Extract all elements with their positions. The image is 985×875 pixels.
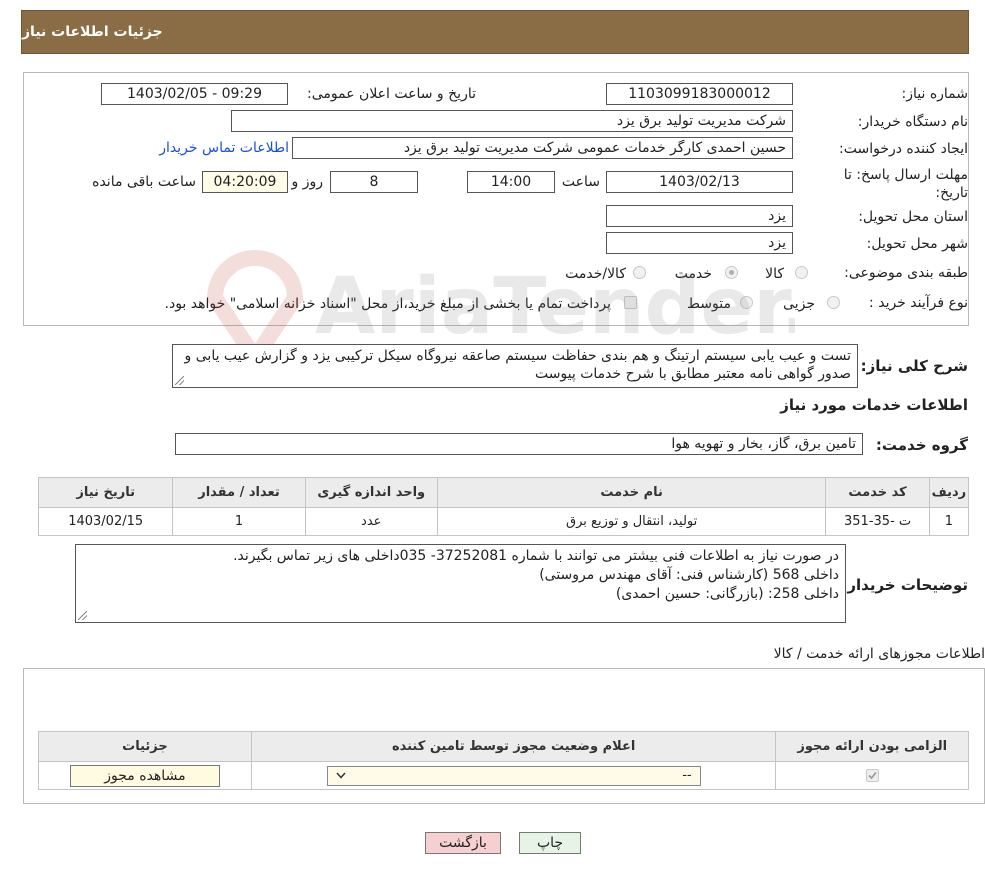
cell-date: 1403/02/15 [37,507,174,536]
deadline-time-label: ساعت [561,174,600,190]
summary-label: شرح کلی نیاز: [860,357,968,375]
col-date-header: تاریخ نیاز [37,477,174,508]
mandatory-checkbox[interactable] [865,769,879,782]
service-group-field: تامین برق، گاز، بخار و تهویه هوا [175,433,863,455]
buyer-note-line: داخلی 258: (بازرگانی: حسین احمدی) [615,586,839,602]
view-permit-button[interactable]: مشاهده مجوز [69,764,220,787]
process-label: نوع فرآیند خرید : [869,295,968,311]
deadline-time-field: 14:00 [467,171,555,193]
province-label: استان محل تحویل: [858,209,968,225]
permit-status-select[interactable]: -- [326,765,701,786]
need-number-field: 1103099183000012 [606,83,793,105]
category-service-radio[interactable] [725,266,738,279]
services-table-header: ردیف کد خدمت نام خدمت واحد اندازه گیری ت… [37,477,970,508]
check-icon [868,771,877,780]
services-table: ردیف کد خدمت نام خدمت واحد اندازه گیری ت… [37,477,970,536]
page-header: جزئیات اطلاعات نیاز [21,10,969,54]
col-mandatory-header: الزامی بودن ارائه مجوز [775,731,969,762]
buyer-contact-link[interactable]: اطلاعات تماس خریدار [159,140,289,156]
col-name-header: نام خدمت [436,477,827,508]
summary-textarea[interactable]: تست و عیب یابی سیستم ارتینگ و هم بندی حف… [172,344,858,388]
col-code-header: کد خدمت [825,477,930,508]
process-minor-radio[interactable] [827,296,840,309]
announce-label: تاریخ و ساعت اعلان عمومی: [307,86,476,102]
cell-row: 1 [928,507,970,536]
buyer-notes-label: توضیحات خریدار: [841,576,968,594]
cell-unit: عدد [304,507,438,536]
col-row-header: ردیف [928,477,970,508]
cell-name: تولید، انتقال و توزیع برق [436,507,827,536]
treasury-payment-note: پرداخت تمام یا بخشی از مبلغ خرید،از محل … [164,296,611,312]
creator-label: ایجاد کننده درخواست: [839,141,968,157]
announce-field: 1403/02/05 - 09:29 [101,83,288,105]
need-number-label: شماره نیاز: [901,86,969,102]
buyer-note-line: داخلی 568 (کارشناس فنی: آقای مهندس مروست… [539,567,839,583]
days-field: 8 [330,171,418,193]
buyer-note-line: در صورت نیاز به اطلاعات فنی بیشتر می توا… [233,548,839,564]
services-table-wrap: ردیف کد خدمت نام خدمت واحد اندازه گیری ت… [37,477,970,536]
table-row: 1 ت -35-351 تولید، انتقال و توزیع برق عد… [37,507,970,536]
remaining-time-field: 04:20:09 [202,171,288,193]
cell-details: مشاهده مجوز [38,761,252,790]
city-field: یزد [606,232,793,254]
deadline-date-field: 1403/02/13 [606,171,793,193]
process-minor-label: جزیی [783,296,815,312]
chevron-down-icon [336,772,346,779]
process-medium-radio[interactable] [740,296,753,309]
summary-text: تست و عیب یابی سیستم ارتینگ و هم بندی حف… [184,348,851,382]
page-title: جزئیات اطلاعات نیاز [22,24,163,40]
permit-status-value: -- [682,768,692,783]
cell-code: ت -35-351 [825,507,930,536]
days-label: روز و [291,174,324,190]
cell-qty: 1 [172,507,306,536]
remaining-label: ساعت باقی مانده [92,174,196,190]
city-label: شهر محل تحویل: [866,236,968,252]
category-both-radio[interactable] [633,266,646,279]
col-unit-header: واحد اندازه گیری [304,477,438,508]
creator-field: حسین احمدی کارگر خدمات عمومی شرکت مدیریت… [292,137,793,159]
service-group-label: گروه خدمت: [875,436,968,454]
col-qty-header: تعداد / مقدار [172,477,306,508]
permits-table-wrap: الزامی بودن ارائه مجوز اعلام وضعیت مجوز … [38,731,969,790]
category-goods-label: کالا [765,266,784,282]
print-button[interactable]: چاپ [519,832,581,854]
table-row: -- مشاهده مجوز [38,761,969,790]
cell-status: -- [250,761,777,790]
category-both-label: کالا/خدمت [565,266,626,282]
back-button[interactable]: بازگشت [425,832,501,854]
col-details-header: جزئیات [38,731,252,762]
resize-grip-icon[interactable] [175,376,184,385]
buyer-notes-textarea[interactable]: در صورت نیاز به اطلاعات فنی بیشتر می توا… [75,544,846,623]
permits-table: الزامی بودن ارائه مجوز اعلام وضعیت مجوز … [38,731,969,790]
services-section-title: اطلاعات خدمات مورد نیاز [780,396,968,414]
permits-table-header: الزامی بودن ارائه مجوز اعلام وضعیت مجوز … [38,731,969,762]
col-status-header: اعلام وضعیت مجوز توسط تامین کننده [250,731,777,762]
buyer-org-label: نام دستگاه خریدار: [857,114,968,130]
resize-grip-icon[interactable] [78,611,87,620]
cell-mandatory [775,761,969,790]
province-field: یزد [606,205,793,227]
process-medium-label: متوسط [687,296,731,312]
category-goods-radio[interactable] [795,266,808,279]
category-service-label: خدمت [674,266,712,282]
treasury-payment-checkbox[interactable] [624,296,637,309]
buyer-org-field: شرکت مدیریت تولید برق یزد [231,110,793,132]
deadline-label: مهلت ارسال پاسخ: تا تاریخ: [843,167,968,201]
category-label: طبقه بندی موضوعی: [844,265,968,281]
permits-section-title: اطلاعات مجوزهای ارائه خدمت / کالا [773,646,985,662]
